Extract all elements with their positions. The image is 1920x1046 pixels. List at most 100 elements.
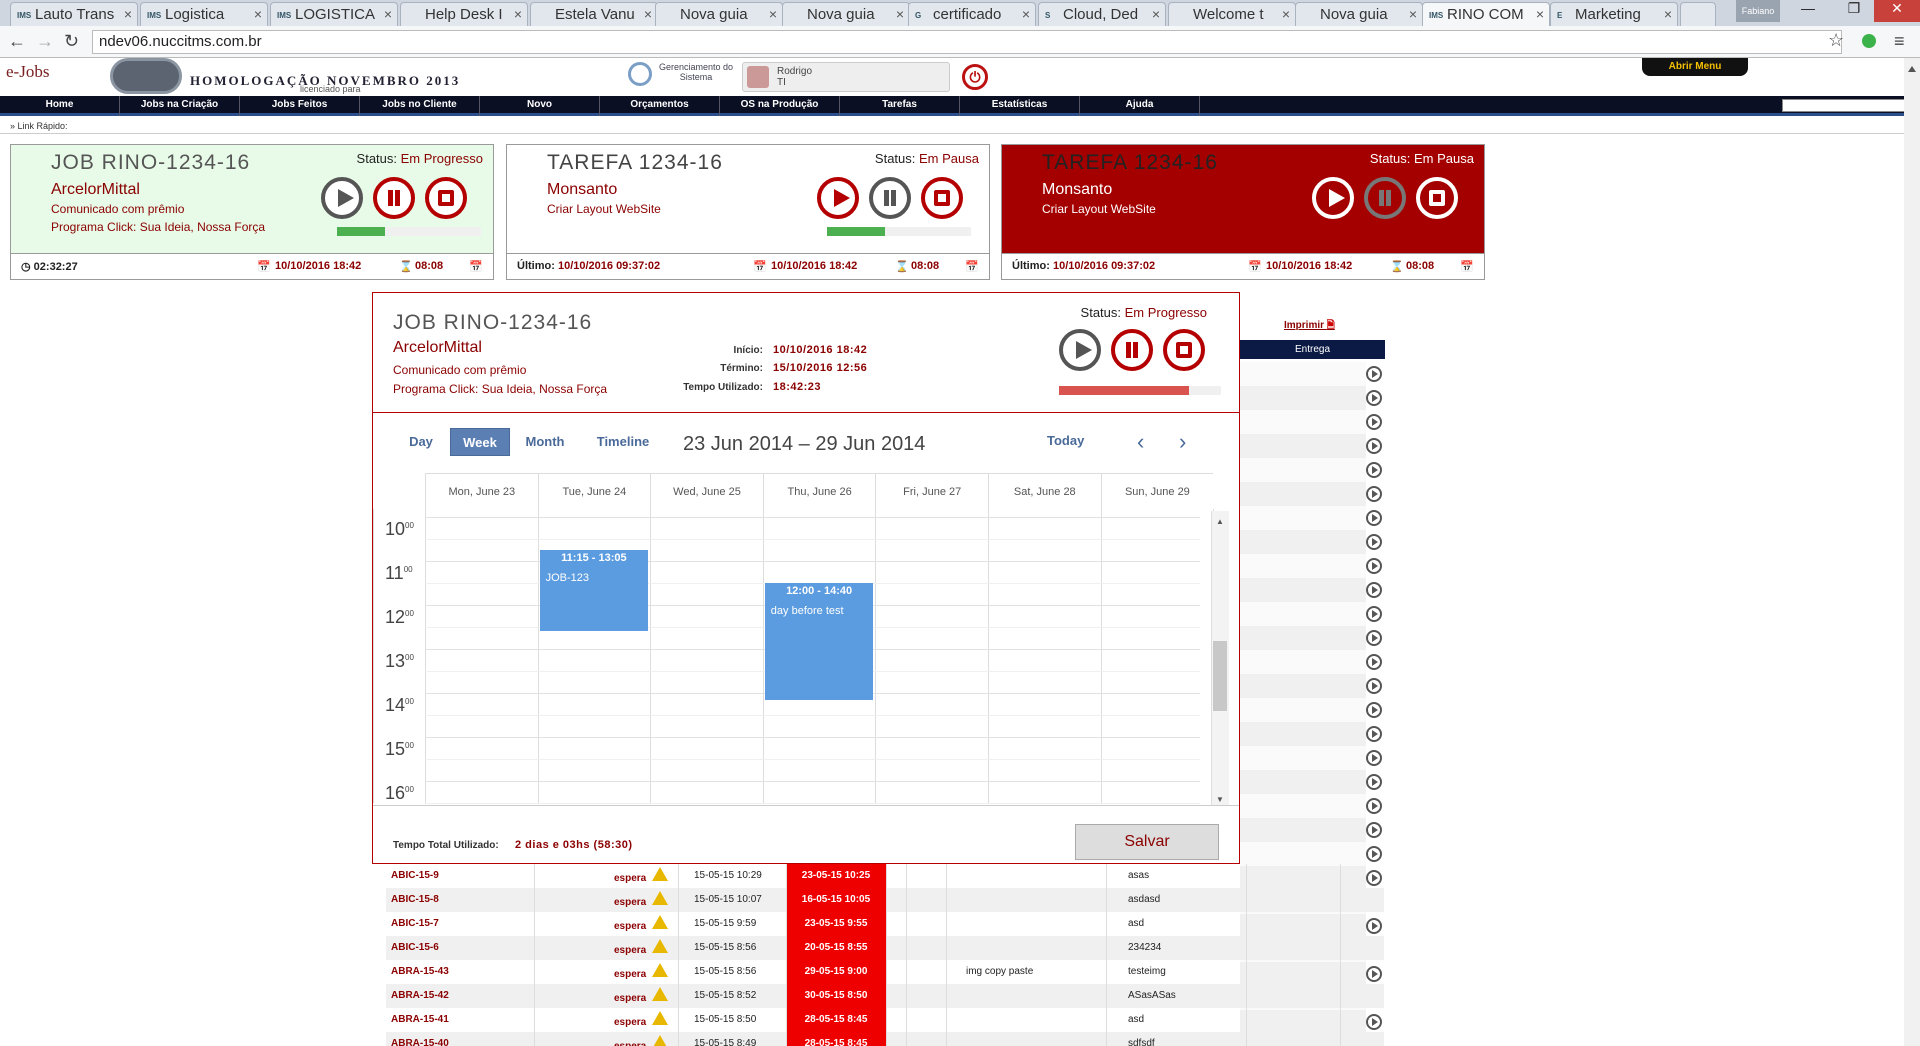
menu-item-jobs-feitos[interactable]: Jobs Feitos (240, 96, 360, 116)
new-tab-button[interactable] (1680, 2, 1716, 26)
save-button[interactable]: Salvar (1075, 824, 1219, 860)
play-circle-icon[interactable] (1366, 486, 1382, 502)
play-circle-icon[interactable] (1366, 678, 1382, 694)
table-row[interactable]: ABIC-15-8 espera 15-05-15 10:07 16-05-15 10… (386, 888, 1384, 912)
calendar-scroll-thumb[interactable] (1213, 641, 1227, 711)
task-card-alert[interactable]: TAREFA 1234-16 Monsanto Criar Layout Web… (1001, 144, 1485, 280)
day-header[interactable]: Fri, June 27 (875, 473, 988, 509)
job-code-link[interactable]: ABRA-15-42 (391, 990, 449, 1001)
browser-tab[interactable]: Nova guia × (782, 2, 910, 26)
stop-button[interactable] (1163, 329, 1205, 371)
open-menu-button[interactable]: Abrir Menu (1642, 58, 1748, 76)
user-box[interactable]: Rodrigo TI (742, 62, 950, 92)
today-button[interactable]: Today (1047, 433, 1084, 448)
tab-close-icon[interactable]: × (896, 6, 904, 22)
job-code-link[interactable]: ABIC-15-8 (391, 894, 439, 905)
menu-item-home[interactable]: Home (0, 96, 120, 116)
day-header[interactable]: Sat, June 28 (988, 473, 1101, 509)
play-circle-icon[interactable] (1366, 726, 1382, 742)
browser-tab[interactable]: IMS Lauto Trans × (10, 2, 138, 26)
job-code-link[interactable]: ABRA-15-40 (391, 1038, 449, 1046)
table-row[interactable]: ABIC-15-6 espera 15-05-15 8:56 20-05-15 8:5… (386, 936, 1384, 960)
play-circle-icon[interactable] (1366, 534, 1382, 550)
play-circle-icon[interactable] (1366, 558, 1382, 574)
tab-close-icon[interactable]: × (1022, 6, 1030, 22)
maximize-icon[interactable]: ❐ (1834, 0, 1874, 22)
task-card[interactable]: TAREFA 1234-16 Monsanto Criar Layout Web… (506, 144, 990, 280)
tab-close-icon[interactable]: × (254, 6, 262, 22)
menu-item-estatisticas[interactable]: Estatísticas (960, 96, 1080, 116)
star-icon[interactable]: ☆ (1828, 30, 1844, 51)
scroll-up-icon[interactable]: ▲ (1216, 517, 1224, 526)
play-circle-icon[interactable] (1366, 510, 1382, 526)
day-header[interactable]: Tue, June 24 (537, 473, 651, 509)
menu-search-input[interactable] (1782, 99, 1918, 112)
tab-close-icon[interactable]: × (514, 6, 522, 22)
tab-close-icon[interactable]: × (124, 6, 132, 22)
stop-button[interactable] (921, 177, 963, 219)
job-card[interactable]: JOB RINO-1234-16 ArcelorMittal Comunicad… (10, 144, 494, 280)
menu-item-ajuda[interactable]: Ajuda (1080, 96, 1200, 116)
browser-tab[interactable]: IMS Logistica × (140, 2, 268, 26)
tab-close-icon[interactable]: × (1282, 6, 1290, 22)
job-code-link[interactable]: ABIC-15-9 (391, 870, 439, 881)
tab-close-icon[interactable]: × (769, 6, 777, 22)
play-circle-icon[interactable] (1366, 774, 1382, 790)
pause-button[interactable] (373, 177, 415, 219)
table-row[interactable]: ABIC-15-9 espera 15-05-15 10:29 23-05-15 10… (386, 864, 1384, 888)
day-header[interactable]: Wed, June 25 (650, 473, 763, 509)
play-button[interactable] (1312, 177, 1354, 219)
scroll-down-icon[interactable]: ▼ (1216, 795, 1224, 804)
play-button[interactable] (817, 177, 859, 219)
job-code-link[interactable]: ABRA-15-43 (391, 966, 449, 977)
pause-button[interactable] (869, 177, 911, 219)
close-window-icon[interactable]: ✕ (1874, 0, 1920, 22)
tab-close-icon[interactable]: × (1664, 6, 1672, 22)
system-management-link[interactable]: Gerenciamento do Sistema (628, 62, 738, 88)
stop-button[interactable] (425, 177, 467, 219)
job-code-link[interactable]: ABIC-15-7 (391, 918, 439, 929)
table-row[interactable]: ABRA-15-41 espera 15-05-15 8:50 28-05-15 8:… (386, 1008, 1384, 1032)
reload-icon[interactable]: ↻ (64, 31, 79, 52)
logout-power-icon[interactable]: ⏻ (962, 64, 988, 90)
menu-icon[interactable]: ≡ (1894, 31, 1905, 52)
table-row[interactable]: ABRA-15-43 espera 15-05-15 8:56 29-05-15 9:… (386, 960, 1384, 984)
tab-close-icon[interactable]: × (1409, 6, 1417, 22)
back-icon[interactable]: ← (8, 31, 26, 52)
play-circle-icon[interactable] (1366, 438, 1382, 454)
browser-tab[interactable]: E Marketing × (1550, 2, 1678, 26)
browser-tab[interactable]: Welcome t × (1168, 2, 1296, 26)
next-week-icon[interactable]: › (1179, 429, 1186, 455)
play-circle-icon[interactable] (1366, 654, 1382, 670)
calendar-event[interactable]: 12:00 - 14:40 day before test (764, 583, 874, 701)
table-row[interactable]: ABRA-15-40 espera 15-05-15 8:49 28-05-15 8:… (386, 1032, 1384, 1046)
table-row[interactable]: ABRA-15-42 espera 15-05-15 8:52 30-05-15 8:… (386, 984, 1384, 1008)
stop-button[interactable] (1416, 177, 1458, 219)
play-circle-icon[interactable] (1366, 798, 1382, 814)
job-code-link[interactable]: ABRA-15-41 (391, 1014, 449, 1025)
play-button[interactable] (1059, 329, 1101, 371)
day-header[interactable]: Thu, June 26 (762, 473, 876, 509)
ejobs-logo[interactable]: e-Jobs (6, 62, 49, 82)
play-circle-icon[interactable] (1366, 846, 1382, 862)
pause-button[interactable] (1111, 329, 1153, 371)
prev-week-icon[interactable]: ‹ (1137, 429, 1144, 455)
browser-tab[interactable]: IMS LOGISTICA × (270, 2, 398, 26)
play-circle-icon[interactable] (1366, 630, 1382, 646)
tab-close-icon[interactable]: × (1536, 6, 1544, 22)
menu-item-jobs-cliente[interactable]: Jobs no Cliente (360, 96, 480, 116)
browser-tab[interactable]: Nova guia × (655, 2, 783, 26)
minimize-icon[interactable]: — (1788, 0, 1828, 22)
play-circle-icon[interactable] (1366, 414, 1382, 430)
calendar-icon[interactable]: 📅 (1460, 260, 1474, 273)
play-circle-icon[interactable] (1366, 390, 1382, 406)
play-circle-icon[interactable] (1366, 366, 1382, 382)
menu-item-orcamentos[interactable]: Orçamentos (600, 96, 720, 116)
delivery-column-header[interactable]: Entrega (1240, 340, 1385, 359)
job-code-link[interactable]: ABIC-15-6 (391, 942, 439, 953)
tab-close-icon[interactable]: × (644, 6, 652, 22)
profile-button[interactable]: Fabiano (1736, 0, 1780, 22)
table-row[interactable]: ABIC-15-7 espera 15-05-15 9:59 23-05-15 9:5… (386, 912, 1384, 936)
tab-close-icon[interactable]: × (384, 6, 392, 22)
scroll-up-icon[interactable] (1908, 66, 1916, 72)
